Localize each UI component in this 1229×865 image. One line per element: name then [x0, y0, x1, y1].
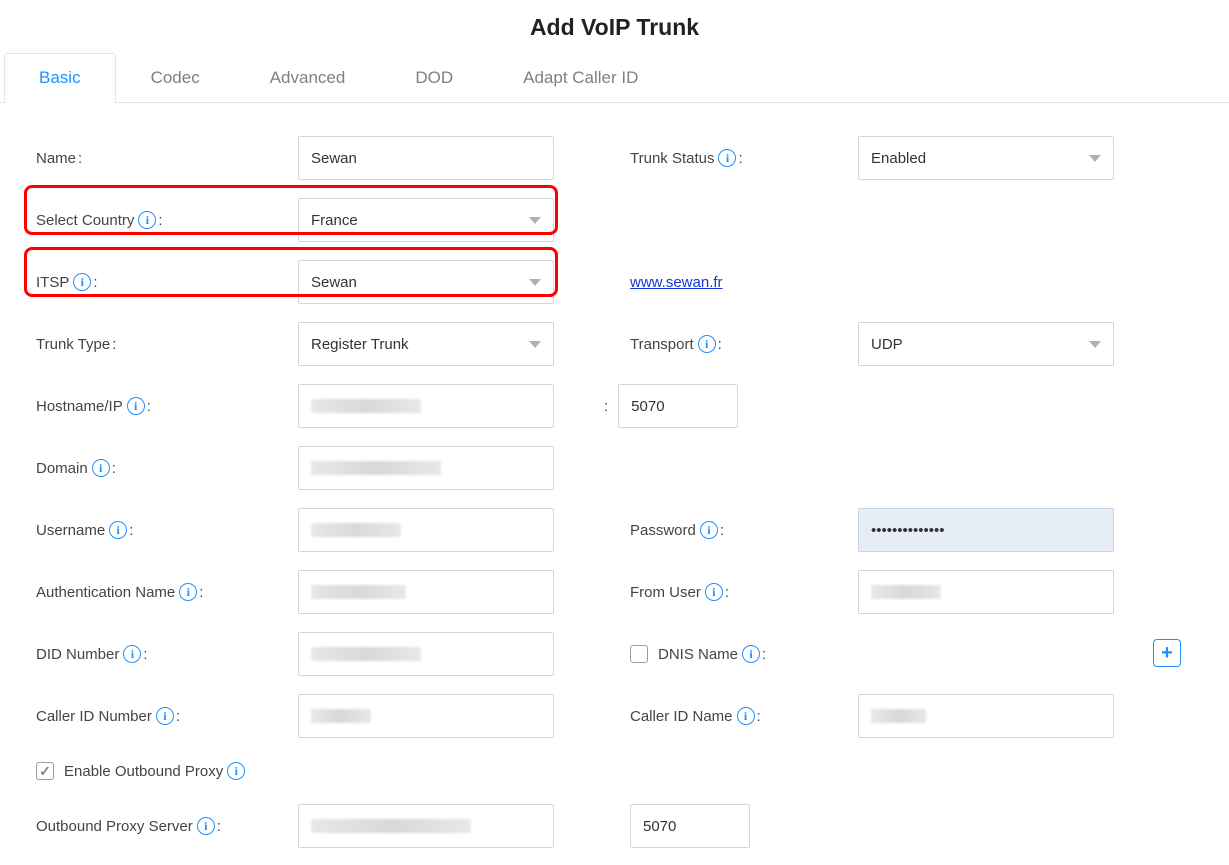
- info-icon[interactable]: i: [127, 397, 145, 415]
- tab-dod[interactable]: DOD: [380, 53, 488, 103]
- info-icon[interactable]: i: [718, 149, 736, 167]
- caller-id-name-label: Caller ID Name: [630, 708, 733, 725]
- info-icon[interactable]: i: [138, 211, 156, 229]
- auth-name-input[interactable]: [298, 570, 554, 614]
- transport-label: Transport: [630, 336, 694, 353]
- add-row-button[interactable]: +: [1153, 639, 1181, 667]
- info-icon[interactable]: i: [156, 707, 174, 725]
- info-icon[interactable]: i: [92, 459, 110, 477]
- name-input[interactable]: [298, 136, 554, 180]
- trunk-type-value: Register Trunk: [311, 336, 409, 353]
- outbound-proxy-server-input[interactable]: [298, 804, 554, 848]
- password-label: Password: [630, 522, 696, 539]
- trunk-status-select[interactable]: Enabled: [858, 136, 1114, 180]
- caller-id-number-label: Caller ID Number: [36, 708, 152, 725]
- username-label: Username: [36, 522, 105, 539]
- info-icon[interactable]: i: [197, 817, 215, 835]
- trunk-status-label: Trunk Status: [630, 150, 714, 167]
- transport-value: UDP: [871, 336, 903, 353]
- caller-id-name-input[interactable]: [858, 694, 1114, 738]
- transport-select[interactable]: UDP: [858, 322, 1114, 366]
- select-country-value: France: [311, 212, 358, 229]
- trunk-status-value: Enabled: [871, 150, 926, 167]
- info-icon[interactable]: i: [73, 273, 91, 291]
- itsp-value: Sewan: [311, 274, 357, 291]
- trunk-type-label: Trunk Type: [36, 336, 110, 353]
- username-input[interactable]: [298, 508, 554, 552]
- password-input[interactable]: [858, 508, 1114, 552]
- outbound-proxy-server-label: Outbound Proxy Server: [36, 818, 193, 835]
- itsp-link[interactable]: www.sewan.fr: [630, 274, 723, 291]
- chevron-down-icon: [529, 217, 541, 224]
- info-icon[interactable]: i: [742, 645, 760, 663]
- hostname-input[interactable]: [298, 384, 554, 428]
- tab-advanced[interactable]: Advanced: [235, 53, 381, 103]
- did-number-input[interactable]: [298, 632, 554, 676]
- did-number-label: DID Number: [36, 646, 119, 663]
- page-title: Add VoIP Trunk: [0, 0, 1229, 53]
- itsp-label: ITSP: [36, 274, 69, 291]
- info-icon[interactable]: i: [227, 762, 245, 780]
- info-icon[interactable]: i: [698, 335, 716, 353]
- enable-outbound-proxy-label: Enable Outbound Proxy: [64, 763, 223, 780]
- from-user-input[interactable]: [858, 570, 1114, 614]
- hostname-label: Hostname/IP: [36, 398, 123, 415]
- chevron-down-icon: [529, 279, 541, 286]
- select-country-label: Select Country: [36, 212, 134, 229]
- info-icon[interactable]: i: [737, 707, 755, 725]
- info-icon[interactable]: i: [109, 521, 127, 539]
- trunk-type-select[interactable]: Register Trunk: [298, 322, 554, 366]
- name-label: Name: [36, 150, 76, 167]
- tab-basic[interactable]: Basic: [4, 53, 116, 103]
- info-icon[interactable]: i: [705, 583, 723, 601]
- tab-codec[interactable]: Codec: [116, 53, 235, 103]
- chevron-down-icon: [1089, 341, 1101, 348]
- info-icon[interactable]: i: [179, 583, 197, 601]
- hostname-port-input[interactable]: [618, 384, 738, 428]
- tabs-bar: Basic Codec Advanced DOD Adapt Caller ID: [0, 53, 1229, 103]
- outbound-proxy-port-input[interactable]: [630, 804, 750, 848]
- chevron-down-icon: [529, 341, 541, 348]
- tab-adapt-caller-id[interactable]: Adapt Caller ID: [488, 53, 673, 103]
- info-icon[interactable]: i: [700, 521, 718, 539]
- chevron-down-icon: [1089, 155, 1101, 162]
- select-country-select[interactable]: France: [298, 198, 554, 242]
- dnis-name-label: DNIS Name: [658, 646, 738, 663]
- form-area: Name: Trunk Status i: Enabled Select Cou…: [0, 103, 1229, 857]
- domain-label: Domain: [36, 460, 88, 477]
- port-separator: :: [594, 398, 618, 415]
- auth-name-label: Authentication Name: [36, 584, 175, 601]
- caller-id-number-input[interactable]: [298, 694, 554, 738]
- info-icon[interactable]: i: [123, 645, 141, 663]
- enable-outbound-proxy-checkbox[interactable]: [36, 762, 54, 780]
- domain-input[interactable]: [298, 446, 554, 490]
- itsp-select[interactable]: Sewan: [298, 260, 554, 304]
- dnis-name-checkbox[interactable]: [630, 645, 648, 663]
- from-user-label: From User: [630, 584, 701, 601]
